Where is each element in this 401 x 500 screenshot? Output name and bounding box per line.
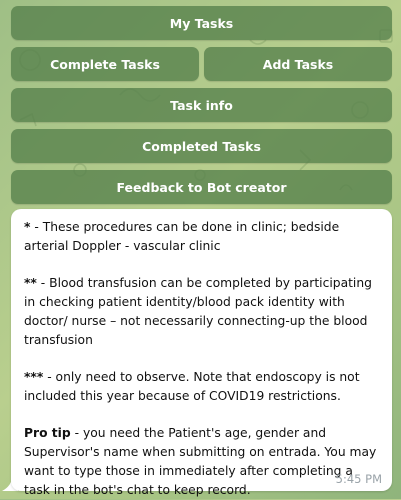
footnote-text-3: - only need to observe. Note that endosc… (24, 370, 360, 403)
my-tasks-button[interactable]: My Tasks (11, 6, 392, 40)
add-tasks-label: Add Tasks (262, 56, 334, 72)
footnote-mark-2: ** (24, 276, 37, 290)
complete-tasks-label: Complete Tasks (50, 56, 160, 72)
task-info-label: Task info (170, 97, 233, 113)
my-tasks-label: My Tasks (169, 15, 234, 31)
completed-tasks-button[interactable]: Completed Tasks (11, 129, 392, 163)
footnote-text-1: - These procedures can be done in clinic… (24, 220, 340, 253)
completed-tasks-label: Completed Tasks (142, 138, 261, 154)
pro-tip-text: - you need the Patient's age, gender and… (24, 426, 377, 497)
message-bubble: * - These procedures can be done in clin… (11, 209, 392, 497)
message-paragraph-2: ** - Blood transfusion can be completed … (24, 274, 380, 350)
feedback-button[interactable]: Feedback to Bot creator (11, 170, 392, 204)
feedback-label: Feedback to Bot creator (116, 179, 287, 195)
message-paragraph-3: *** - only need to observe. Note that en… (24, 368, 380, 406)
message-timestamp: 5:45 PM (335, 472, 382, 486)
pro-tip-label: Pro tip (24, 426, 71, 440)
footnote-mark-3: *** (24, 370, 44, 384)
footnote-text-2: - Blood transfusion can be completed by … (24, 276, 372, 347)
message-paragraph-1: * - These procedures can be done in clin… (24, 218, 380, 256)
task-info-button[interactable]: Task info (11, 88, 392, 122)
message-pro-tip: Pro tip - you need the Patient's age, ge… (24, 424, 380, 500)
complete-tasks-button[interactable]: Complete Tasks (11, 47, 199, 81)
add-tasks-button[interactable]: Add Tasks (204, 47, 392, 81)
